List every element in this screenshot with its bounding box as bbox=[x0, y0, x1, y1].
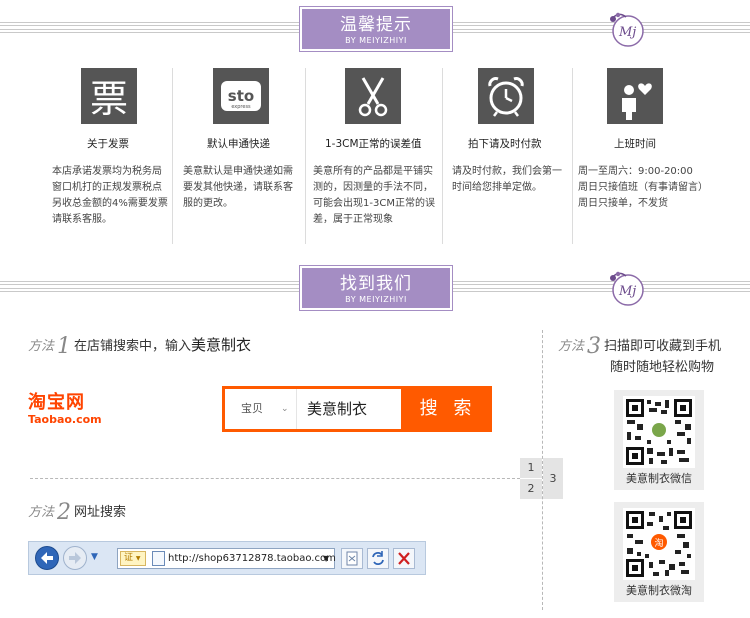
find-us-header-band: 找到我们 BY MEIYIZHIYI Mj bbox=[0, 265, 750, 311]
info-hours-text: 周一至周六：9:00-20:00 周日只接值班（有事请留言） 周日只接单，不发货 bbox=[578, 164, 728, 212]
stop-button[interactable] bbox=[393, 548, 415, 569]
svg-text:Mj: Mj bbox=[618, 25, 636, 40]
search-category-label: 宝贝 bbox=[241, 402, 263, 415]
compatibility-view-button[interactable] bbox=[341, 548, 363, 569]
method-1-label: 方法 1 在店铺搜索中，输入美意制衣 bbox=[28, 334, 251, 359]
info-text: 本店承诺发票均为税务局窗口机打的正规发票税点另收总金额的4%需要发票请联系客服。 bbox=[52, 166, 168, 225]
search-input[interactable]: 美意制衣 bbox=[307, 389, 367, 429]
notice-subtitle: BY MEIYIZHIYI bbox=[345, 36, 407, 45]
url-dropdown-icon[interactable]: ▼ bbox=[323, 549, 329, 568]
method-number: 2 bbox=[57, 500, 72, 525]
method-number: 1 bbox=[57, 334, 72, 359]
info-title: 1-3CM正常的误差值 bbox=[325, 138, 422, 150]
taobao-search-bar: 宝贝 ⌄ 美意制衣 搜 索 bbox=[222, 386, 492, 432]
person-heart-icon bbox=[607, 68, 663, 124]
info-title: 拍下请及时付款 bbox=[468, 138, 542, 150]
step-number-2: 2 bbox=[520, 479, 542, 499]
step-number-3: 3 bbox=[543, 458, 563, 499]
sto-express-icon: sto express bbox=[213, 68, 269, 124]
column-divider bbox=[172, 68, 173, 244]
history-dropdown-icon[interactable]: ▼ bbox=[91, 552, 98, 562]
column-divider bbox=[305, 68, 306, 244]
method-word: 方法 bbox=[28, 505, 55, 520]
certificate-label: 证 bbox=[124, 553, 134, 563]
method-2-text: 网址搜索 bbox=[74, 505, 127, 520]
method-3-line1: 扫描即可收藏到手机 bbox=[604, 339, 722, 354]
svg-text:express: express bbox=[231, 104, 251, 110]
taobao-logo-en: Taobao.com bbox=[28, 413, 102, 426]
notice-header-band: 温馨提示 BY MEIYIZHIYI Mj bbox=[0, 6, 750, 52]
info-payment: 拍下请及时付款 请及时付款，我们会第一时间给您排单定做。 bbox=[452, 68, 564, 244]
weitao-qr-code[interactable]: 淘 bbox=[623, 508, 695, 580]
brand-monogram-logo: Mj bbox=[604, 9, 652, 49]
certificate-icon[interactable]: 证 ▼ bbox=[120, 551, 146, 566]
svg-text:淘: 淘 bbox=[654, 537, 663, 549]
hours-line: 周日只接单，不发货 bbox=[578, 198, 668, 209]
scissors-icon bbox=[345, 68, 401, 124]
info-title: 默认申通快递 bbox=[207, 138, 270, 150]
method-word: 方法 bbox=[558, 339, 585, 354]
hours-line: 周一至周六：9:00-20:00 bbox=[578, 166, 693, 177]
svg-text:sto: sto bbox=[228, 87, 254, 105]
taobao-logo: 淘宝网 Taobao.com bbox=[28, 392, 102, 426]
browser-address-bar: ▼ 证 ▼ http://shop63712878.taobao.com ▼ bbox=[28, 541, 426, 575]
method-3-line2: 随时随地轻松购物 bbox=[610, 360, 715, 375]
page-icon bbox=[152, 551, 165, 566]
hours-line: 周日只接值班（有事请留言） bbox=[578, 182, 708, 193]
column-divider bbox=[442, 68, 443, 244]
find-us-title: 找到我们 bbox=[340, 274, 412, 294]
find-us-title-box: 找到我们 BY MEIYIZHIYI bbox=[299, 265, 453, 311]
refresh-button[interactable] bbox=[367, 548, 389, 569]
wechat-qr-card: 美意制衣微信 bbox=[614, 390, 704, 490]
chevron-down-icon: ⌄ bbox=[281, 404, 289, 414]
notice-title: 温馨提示 bbox=[340, 15, 412, 35]
info-measurement: 1-3CM正常的误差值 美意所有的产品都是平铺实测的，因测量的手法不同，可能会出… bbox=[313, 68, 437, 244]
ticket-glyph-icon: 票 bbox=[81, 68, 137, 124]
compatibility-view-icon bbox=[346, 551, 358, 566]
method-2-label: 方法 2 网址搜索 bbox=[28, 500, 126, 525]
info-text: 美意默认是申通快递如需要发其他快递，请联系客服的更改。 bbox=[183, 166, 293, 209]
info-text: 请及时付款，我们会第一时间给您排单定做。 bbox=[452, 166, 562, 193]
svg-text:票: 票 bbox=[90, 77, 128, 121]
info-hours: 上班时间 周一至周六：9:00-20:00 周日只接值班（有事请留言） 周日只接… bbox=[578, 68, 728, 244]
wechat-qr-code[interactable] bbox=[623, 396, 695, 468]
forward-button[interactable] bbox=[63, 546, 87, 570]
search-button[interactable]: 搜 索 bbox=[404, 386, 492, 432]
arrow-left-icon bbox=[41, 552, 53, 564]
method-word: 方法 bbox=[28, 339, 55, 354]
weitao-qr-card: 淘 美意制衣微淘 bbox=[614, 502, 704, 602]
address-field[interactable]: 证 ▼ http://shop63712878.taobao.com ▼ bbox=[117, 548, 336, 569]
search-field-wrap: 宝贝 ⌄ 美意制衣 bbox=[225, 389, 401, 429]
weitao-qr-caption: 美意制衣微淘 bbox=[626, 584, 692, 597]
info-title: 关于发票 bbox=[87, 138, 129, 150]
method-1-brand: 美意制衣 bbox=[191, 336, 252, 354]
notice-title-box: 温馨提示 BY MEIYIZHIYI bbox=[299, 6, 453, 52]
brand-monogram-logo: Mj bbox=[604, 268, 652, 308]
method-number: 3 bbox=[587, 334, 602, 359]
step-number-1: 1 bbox=[520, 458, 542, 478]
alarm-clock-icon bbox=[478, 68, 534, 124]
column-divider bbox=[572, 68, 573, 244]
method-1-text: 在店铺搜索中，输入 bbox=[74, 339, 192, 354]
find-us-subtitle: BY MEIYIZHIYI bbox=[345, 295, 407, 304]
info-text: 美意所有的产品都是平铺实测的，因测量的手法不同，可能会出现1-3CM正常的误差，… bbox=[313, 166, 435, 225]
close-icon bbox=[398, 552, 410, 565]
taobao-logo-cn: 淘宝网 bbox=[28, 392, 85, 413]
arrow-right-icon bbox=[69, 552, 81, 564]
dashed-divider-horizontal bbox=[30, 478, 520, 479]
url-text: http://shop63712878.taobao.com bbox=[168, 553, 336, 564]
search-category-select[interactable]: 宝贝 ⌄ bbox=[225, 389, 297, 429]
back-button[interactable] bbox=[35, 546, 59, 570]
wechat-qr-caption: 美意制衣微信 bbox=[626, 472, 692, 485]
info-title: 上班时间 bbox=[614, 138, 656, 150]
info-shipping: sto express 默认申通快递 美意默认是申通快递如需要发其他快递，请联系… bbox=[183, 68, 295, 244]
refresh-icon bbox=[372, 551, 384, 565]
info-invoice: 票 关于发票 本店承诺发票均为税务局窗口机打的正规发票税点另收总金额的4%需要发… bbox=[52, 68, 168, 244]
svg-text:Mj: Mj bbox=[618, 284, 636, 299]
